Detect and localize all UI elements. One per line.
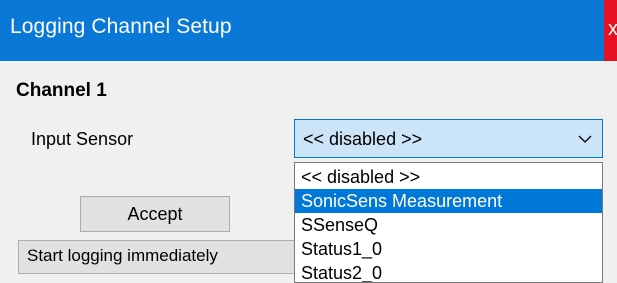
window-title: Logging Channel Setup [10,15,232,38]
input-sensor-combobox[interactable]: << disabled >> [294,119,603,158]
title-bar[interactable]: Logging Channel Setup x [0,0,617,61]
dropdown-option-ssenseq[interactable]: SSenseQ [295,213,602,237]
channel-heading: Channel 1 [16,80,107,101]
dropdown-option-status1-0[interactable]: Status1_0 [295,237,602,261]
input-sensor-dropdown-list[interactable]: << disabled >> SonicSens Measurement SSe… [294,162,603,283]
accept-button[interactable]: Accept [80,196,230,232]
chevron-down-icon[interactable] [577,132,593,146]
combo-selected-value: << disabled >> [303,129,423,149]
dialog-window: Logging Channel Setup x Channel 1 Input … [0,0,617,283]
start-logging-field[interactable]: Start logging immediately [18,240,308,274]
start-logging-value: Start logging immediately [27,246,218,265]
input-sensor-label: Input Sensor [31,129,134,149]
dropdown-option-disabled[interactable]: << disabled >> [295,165,602,189]
dropdown-option-sonicsens-measurement[interactable]: SonicSens Measurement [295,189,602,213]
close-icon: x [608,18,617,40]
close-button[interactable]: x [604,0,617,61]
dropdown-option-status2-0[interactable]: Status2_0 [295,261,602,282]
